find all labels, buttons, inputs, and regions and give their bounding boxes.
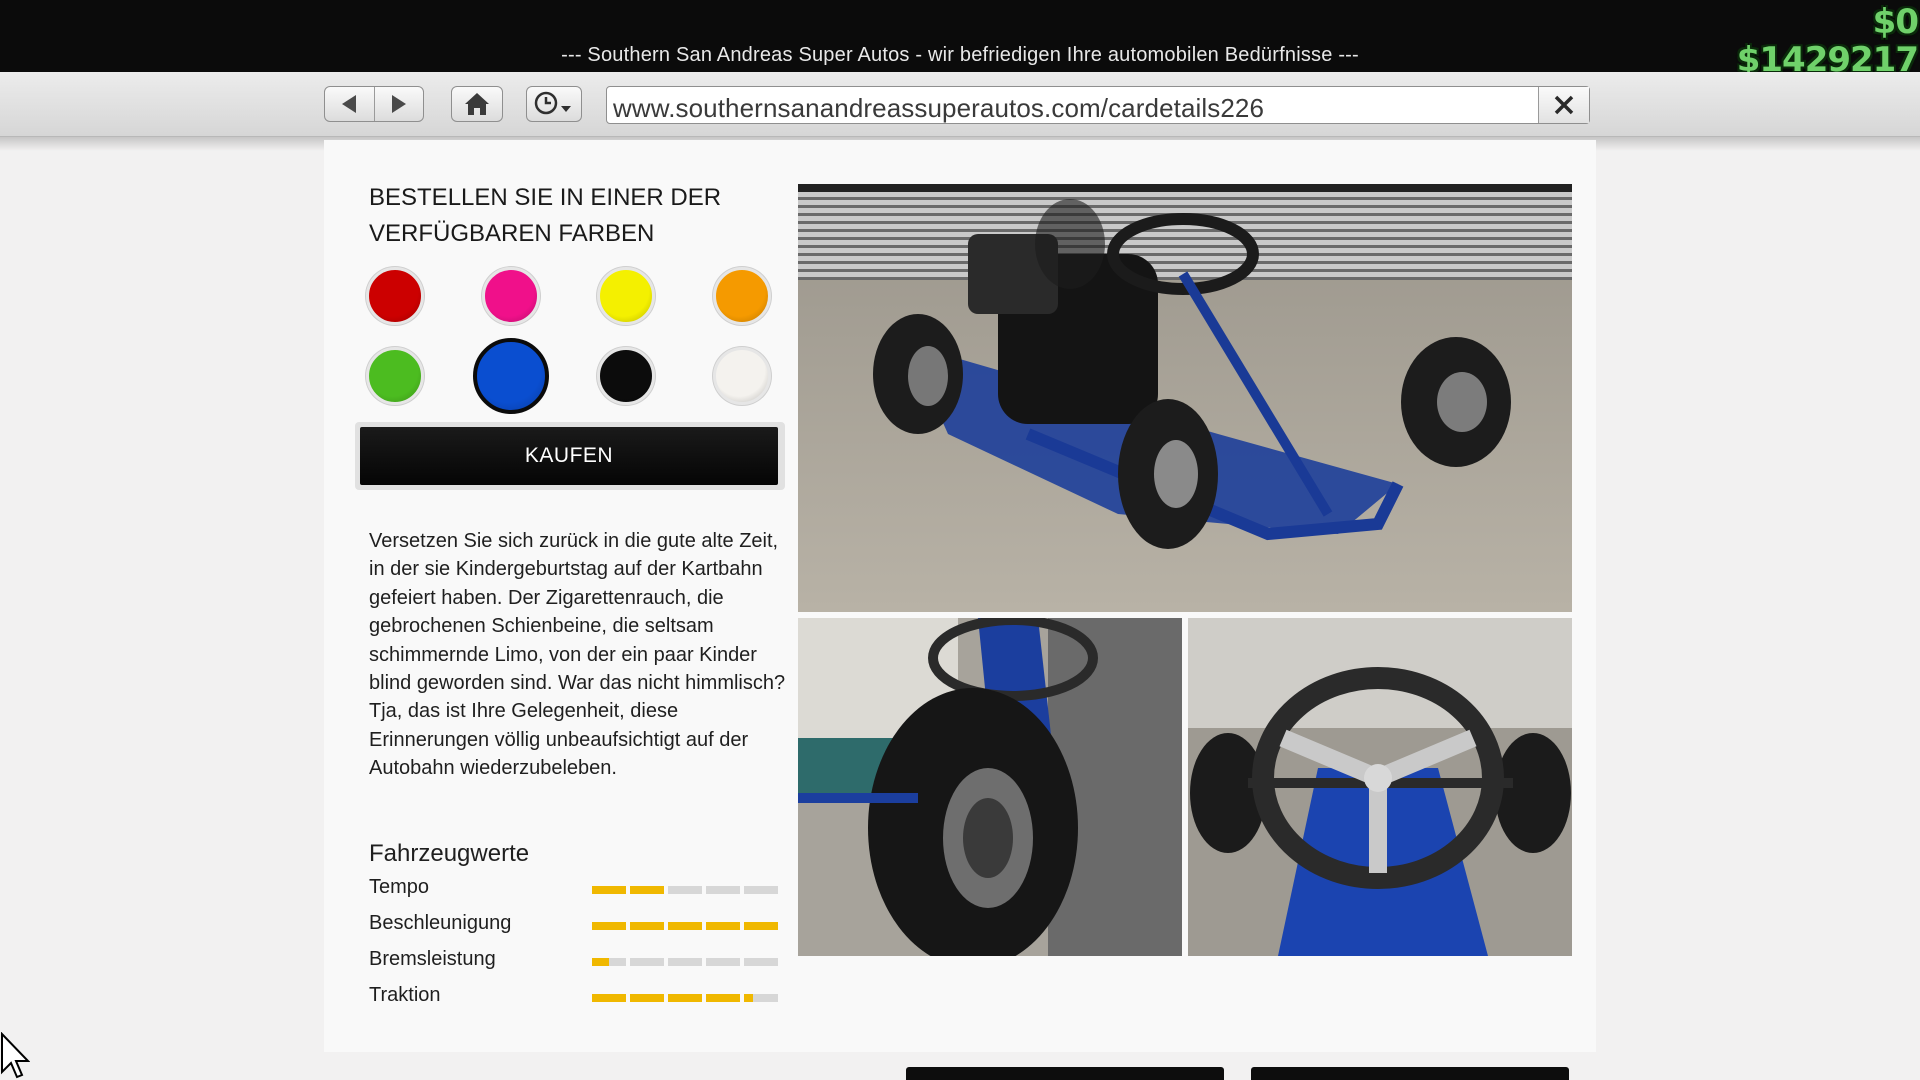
back-button[interactable] bbox=[325, 87, 374, 121]
stat-bar-fill bbox=[630, 886, 664, 894]
stat-label: Traktion bbox=[369, 984, 441, 1006]
stat-bar-fill bbox=[706, 922, 740, 930]
color-swatch-black[interactable] bbox=[597, 347, 655, 405]
stat-bar-segment bbox=[630, 886, 664, 894]
home-icon bbox=[465, 93, 489, 115]
money-change-hud: $0 bbox=[1872, 2, 1919, 42]
stat-bar-segment bbox=[592, 922, 626, 930]
stat-bar-fill bbox=[630, 922, 664, 930]
go-kart-steering-wheel-photo bbox=[1188, 618, 1572, 956]
go-kart-side-wheel-photo bbox=[798, 618, 1182, 956]
stat-bar bbox=[592, 958, 780, 966]
stat-bar-segment bbox=[668, 958, 702, 966]
stat-bar-segment bbox=[744, 922, 778, 930]
stat-bar-fill bbox=[744, 922, 778, 930]
stat-bar-segment bbox=[630, 994, 664, 1002]
window-title: --- Southern San Andreas Super Autos - w… bbox=[561, 44, 1359, 66]
stat-bar-segment bbox=[630, 958, 664, 966]
back-arrow-icon bbox=[342, 95, 357, 113]
stat-bar-fill bbox=[668, 994, 702, 1002]
go-kart-rear-three-quarter-photo bbox=[798, 184, 1572, 612]
stat-bar bbox=[592, 994, 780, 1002]
stat-bar-segment bbox=[630, 922, 664, 930]
forward-arrow-icon bbox=[391, 95, 406, 113]
stat-label: Beschleunigung bbox=[369, 912, 512, 934]
stat-bar-segment bbox=[592, 994, 626, 1002]
buy-button[interactable]: KAUFEN bbox=[360, 427, 778, 485]
color-swatch-pink[interactable] bbox=[482, 267, 540, 325]
history-clock-icon bbox=[534, 91, 571, 115]
stat-bar-segment bbox=[744, 886, 778, 894]
stat-bar-fill bbox=[592, 886, 626, 894]
color-swatch-red[interactable] bbox=[366, 267, 424, 325]
buy-button-frame: KAUFEN bbox=[355, 422, 785, 490]
stat-label: Bremsleistung bbox=[369, 948, 496, 970]
stat-bar-segment bbox=[706, 922, 740, 930]
color-swatch-white[interactable] bbox=[713, 347, 771, 405]
home-button[interactable] bbox=[451, 86, 503, 122]
stat-bar-segment bbox=[706, 958, 740, 966]
stats-title: Fahrzeugwerte bbox=[369, 840, 530, 867]
stat-bar-segment bbox=[668, 922, 702, 930]
stat-bar-fill bbox=[592, 994, 626, 1002]
stat-bar-fill bbox=[592, 922, 626, 930]
color-swatch-blue[interactable] bbox=[473, 338, 549, 414]
url-bar[interactable]: www.southernsanandreassuperautos.com/car… bbox=[606, 86, 1590, 124]
color-swatch-yellow[interactable] bbox=[597, 267, 655, 325]
close-icon bbox=[1554, 95, 1574, 115]
url-text[interactable]: www.southernsanandreassuperautos.com/car… bbox=[613, 93, 1264, 124]
stat-bar-segment bbox=[744, 994, 778, 1002]
nav-button-group bbox=[324, 86, 424, 122]
history-button[interactable] bbox=[526, 86, 582, 122]
bottom-tab-left[interactable] bbox=[906, 1067, 1224, 1080]
stat-bar-segment bbox=[592, 958, 626, 966]
stat-bar-segment bbox=[706, 994, 740, 1002]
stat-bar bbox=[592, 922, 780, 930]
bottom-tab-right[interactable] bbox=[1251, 1067, 1569, 1080]
stat-bar bbox=[592, 886, 780, 894]
stat-bar-fill bbox=[630, 994, 664, 1002]
stat-bar-fill bbox=[668, 922, 702, 930]
stat-bar-segment bbox=[668, 994, 702, 1002]
stat-label: Tempo bbox=[369, 876, 430, 898]
stat-bar-segment bbox=[668, 886, 702, 894]
stat-bar-segment bbox=[744, 958, 778, 966]
order-heading: BESTELLEN SIE IN EINER DER VERFÜGBAREN F… bbox=[369, 184, 722, 247]
close-button[interactable] bbox=[1538, 87, 1589, 123]
stat-bar-segment bbox=[706, 886, 740, 894]
stat-bar-segment bbox=[592, 886, 626, 894]
mouse-cursor-icon bbox=[0, 1032, 30, 1079]
color-swatch-green[interactable] bbox=[366, 347, 424, 405]
stat-bar-fill bbox=[706, 994, 740, 1002]
stat-bar-fill bbox=[744, 994, 753, 1002]
vehicle-description: Versetzen Sie sich zurück in die gute al… bbox=[369, 530, 786, 780]
forward-button[interactable] bbox=[373, 87, 424, 121]
car-details-panel: BESTELLEN SIE IN EINER DER VERFÜGBAREN F… bbox=[324, 140, 1596, 1052]
color-swatch-orange[interactable] bbox=[713, 267, 771, 325]
stat-bar-fill bbox=[592, 958, 609, 966]
